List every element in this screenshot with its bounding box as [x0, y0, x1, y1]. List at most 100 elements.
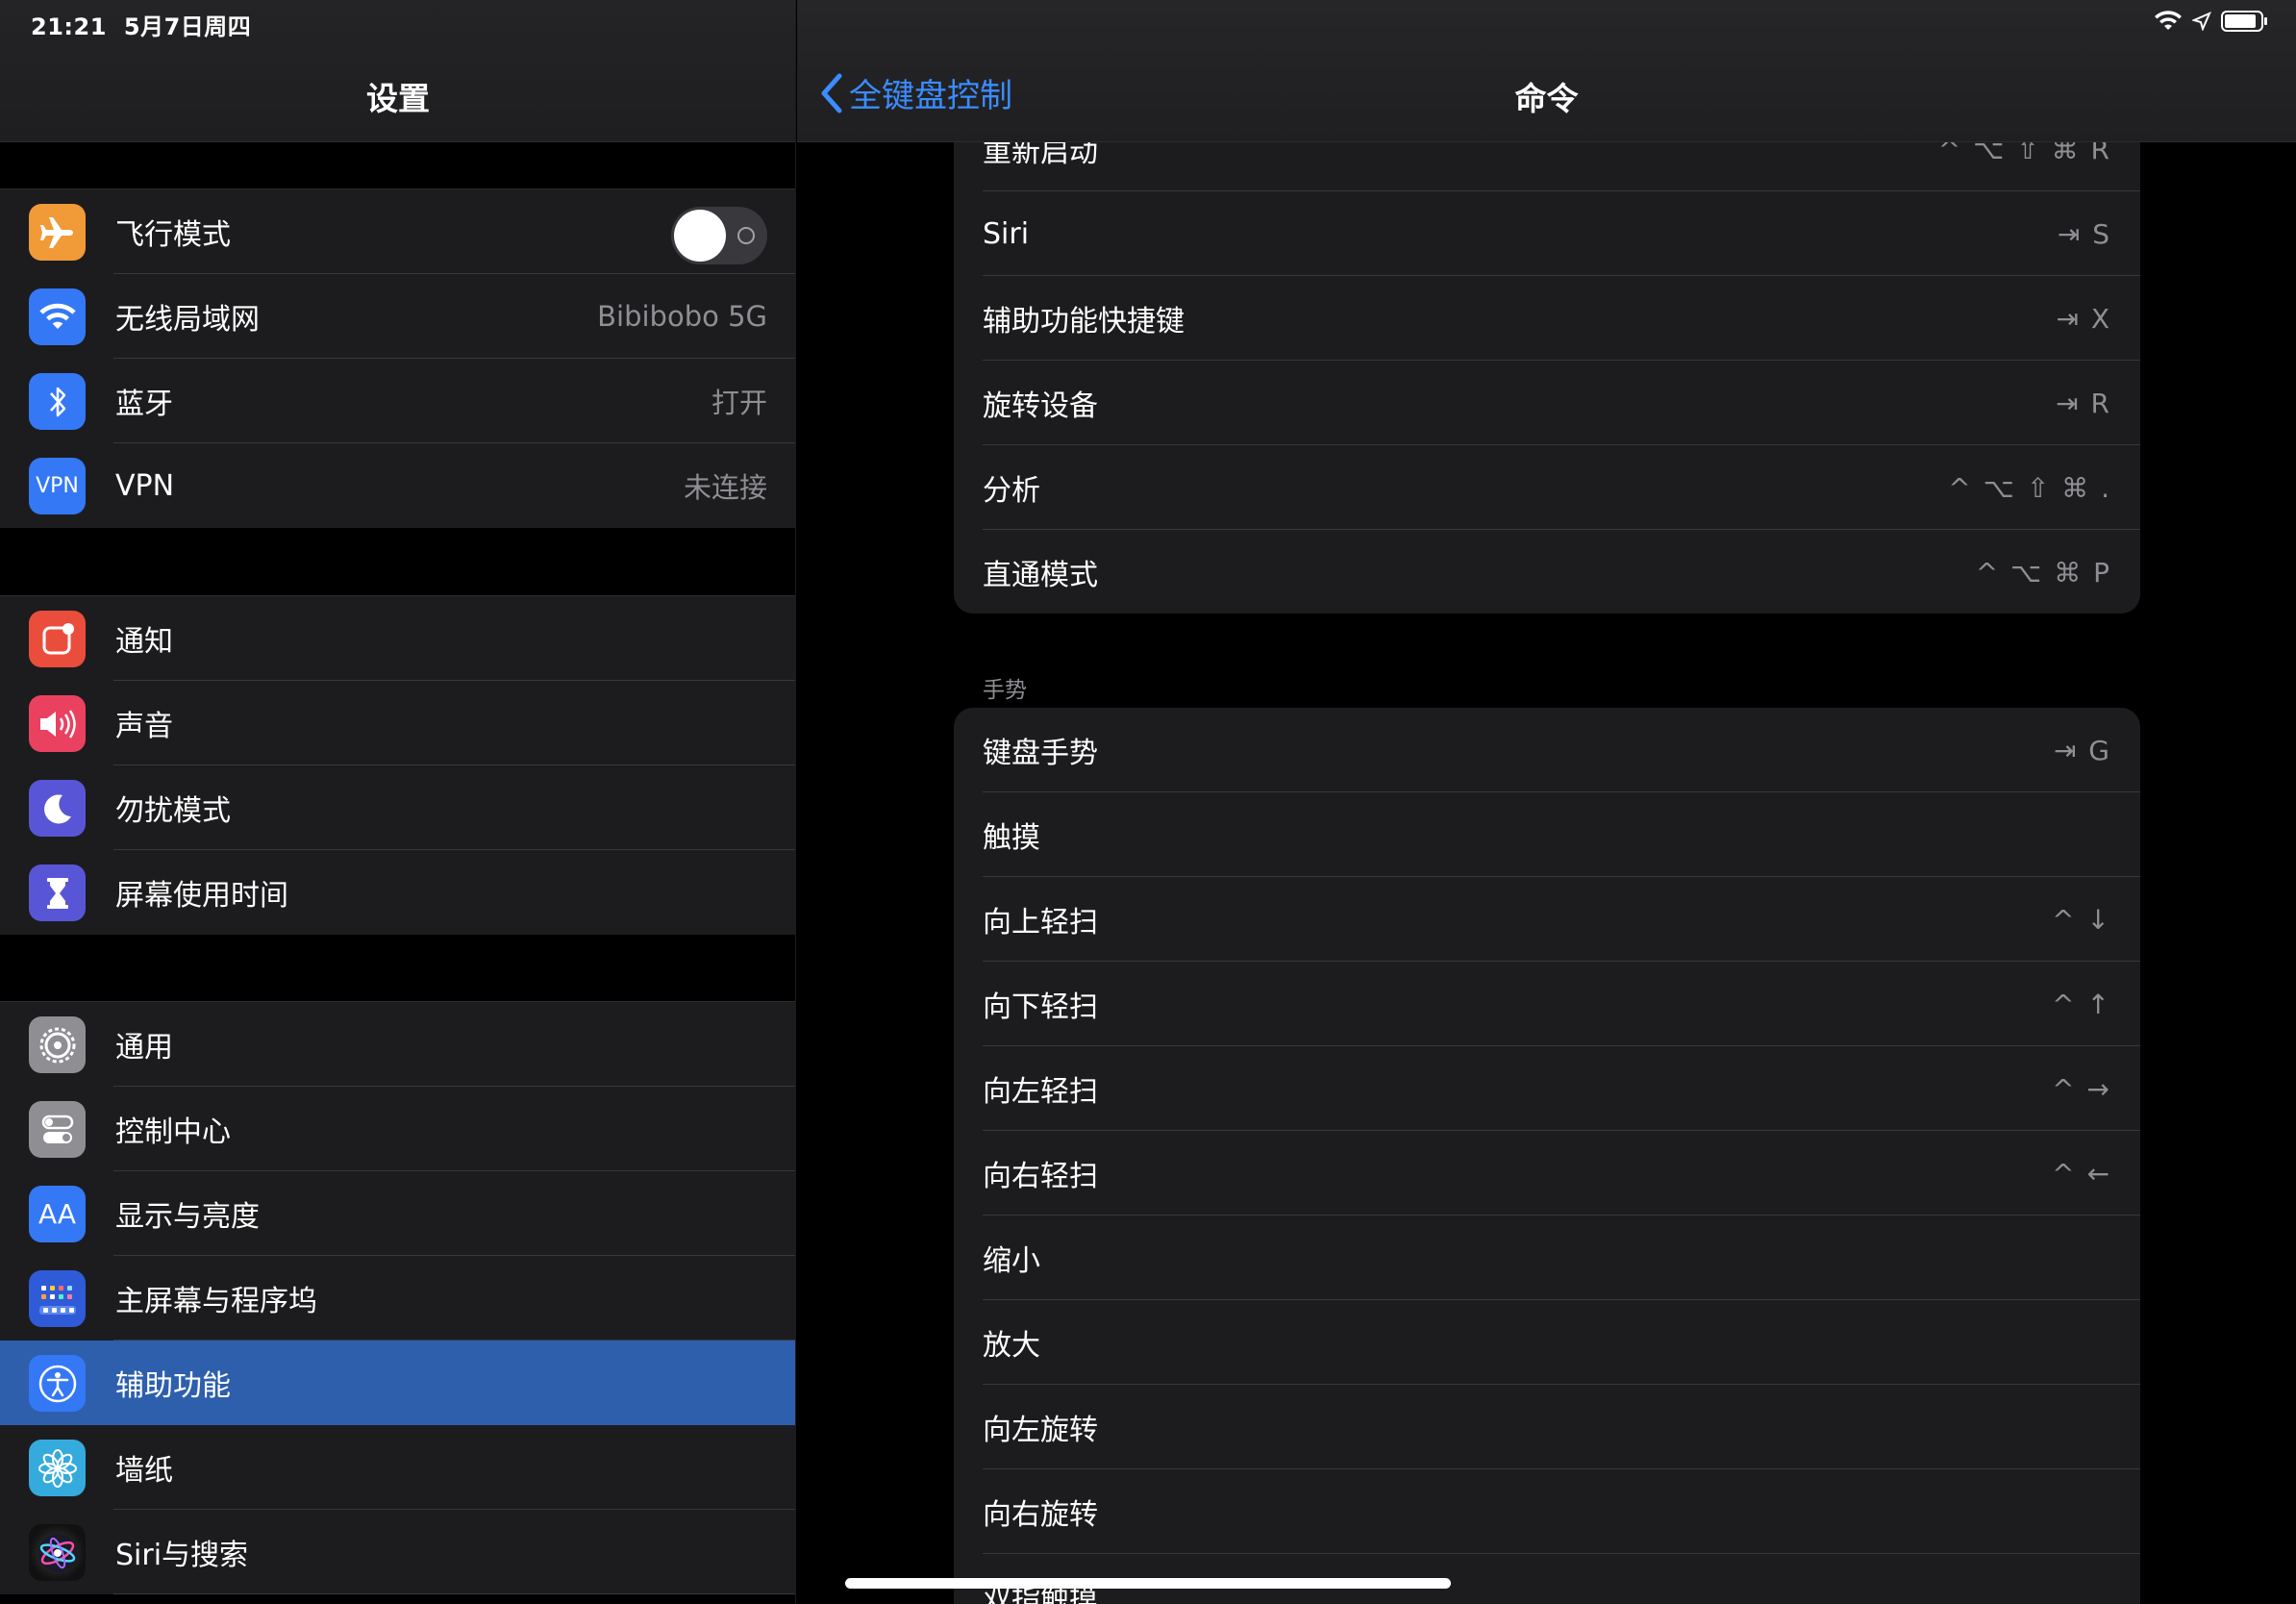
status-date: 5月7日周四 [123, 13, 252, 40]
command-shortcut: ⇥ G [2053, 734, 2111, 766]
command-row[interactable]: 向下轻扫 ^ ↑ [954, 962, 2140, 1046]
settings-group-general: 通用 控制中心 AA 显示与亮度 主屏幕与程序坞 辅助功能 墙纸 Siri与搜索 [0, 1001, 795, 1594]
command-row[interactable]: 向左轻扫 ^ → [954, 1046, 2140, 1131]
command-label: 向左轻扫 [983, 1075, 1098, 1109]
sidebar-item-label: 勿扰模式 [115, 794, 231, 828]
command-row[interactable]: 直通模式 ^ ⌥ ⌘ P [954, 530, 2140, 614]
gear-icon [29, 1016, 86, 1073]
command-label: 向右旋转 [983, 1498, 1098, 1532]
command-shortcut: ^ ⌥ ⇧ ⌘ . [1948, 471, 2111, 504]
sound-icon [29, 695, 86, 752]
command-row[interactable]: 缩小 [954, 1216, 2140, 1300]
accessibility-icon [29, 1355, 86, 1412]
sidebar-item-siri-search[interactable]: Siri与搜索 [0, 1510, 795, 1594]
sidebar-item-airplane-mode[interactable]: 飞行模式 [0, 189, 795, 274]
vpn-status-value: 未连接 [683, 471, 767, 504]
command-row[interactable]: 放大 [954, 1300, 2140, 1385]
sidebar-item-label: 主屏幕与程序坞 [115, 1285, 317, 1318]
command-row[interactable]: 向右旋转 [954, 1469, 2140, 1554]
sidebar-item-wifi[interactable]: 无线局域网 Bibibobo 5G [0, 274, 795, 359]
command-row[interactable]: 向上轻扫 ^ ↓ [954, 877, 2140, 962]
command-shortcut: ⇥ R [2056, 387, 2111, 419]
sidebar-item-vpn[interactable]: VPN VPN 未连接 [0, 443, 795, 528]
home-indicator[interactable] [845, 1578, 1451, 1589]
sidebar-item-label: 无线局域网 [115, 303, 260, 337]
sidebar-item-notifications[interactable]: 通知 [0, 596, 795, 681]
settings-sidebar: 设置 飞行模式 无线局域网 Bibibobo 5G 蓝牙 打开 VPN VPN … [0, 0, 796, 1604]
command-label: 向下轻扫 [983, 990, 1098, 1024]
display-icon-text: AA [37, 1198, 77, 1230]
sidebar-item-label: 蓝牙 [115, 388, 173, 421]
command-shortcut: ^ → [2052, 1072, 2111, 1105]
vpn-icon-text: VPN [36, 474, 79, 498]
command-row[interactable]: 辅助功能快捷键 ⇥ X [954, 276, 2140, 361]
page-title: 命令 [1514, 80, 1579, 117]
command-label: Siri [983, 216, 1030, 251]
moon-icon [29, 780, 86, 837]
notifications-icon [29, 611, 86, 667]
sidebar-item-label: 屏幕使用时间 [115, 879, 288, 913]
status-time: 21:21 [31, 13, 107, 40]
section-header-gestures: 手势 [983, 678, 1027, 703]
sidebar-item-label: 声音 [115, 710, 173, 743]
command-row[interactable]: 向右轻扫 ^ ← [954, 1131, 2140, 1216]
command-label: 分析 [983, 474, 1040, 508]
sidebar-item-label: 墙纸 [115, 1454, 173, 1488]
siri-icon [29, 1524, 86, 1581]
vpn-icon: VPN [29, 458, 86, 514]
sidebar-item-accessibility[interactable]: 辅助功能 [0, 1341, 795, 1425]
command-label: 触摸 [983, 821, 1040, 855]
command-shortcut: ^ ↑ [2052, 988, 2111, 1020]
sidebar-item-label: VPN [115, 468, 175, 503]
hourglass-icon [29, 865, 86, 921]
command-label: 向上轻扫 [983, 906, 1098, 940]
command-label: 向右轻扫 [983, 1160, 1098, 1193]
sidebar-item-home-screen-dock[interactable]: 主屏幕与程序坞 [0, 1256, 795, 1341]
sidebar-item-label: 通知 [115, 625, 173, 659]
command-row[interactable]: 旋转设备 ⇥ R [954, 361, 2140, 445]
command-shortcut: ^ ⌥ ⌘ P [1975, 556, 2111, 589]
sidebar-item-label: 飞行模式 [115, 218, 231, 252]
sidebar-item-do-not-disturb[interactable]: 勿扰模式 [0, 765, 795, 850]
sidebar-item-sound[interactable]: 声音 [0, 681, 795, 765]
wifi-status-icon [2155, 11, 2182, 30]
command-row[interactable]: Siri ⇥ S [954, 191, 2140, 276]
settings-group-connectivity: 飞行模式 无线局域网 Bibibobo 5G 蓝牙 打开 VPN VPN 未连接 [0, 188, 795, 528]
display-icon: AA [29, 1186, 86, 1242]
bluetooth-status-value: 打开 [711, 387, 767, 419]
battery-status-icon [2221, 11, 2267, 32]
wallpaper-icon [29, 1440, 86, 1496]
sidebar-item-wallpaper[interactable]: 墙纸 [0, 1425, 795, 1510]
command-label: 旋转设备 [983, 389, 1098, 423]
command-label: 直通模式 [983, 559, 1098, 592]
command-shortcut: ^ ← [2052, 1157, 2111, 1190]
command-label: 辅助功能快捷键 [983, 305, 1185, 338]
command-shortcut: ⇥ S [2057, 217, 2111, 250]
sidebar-item-control-center[interactable]: 控制中心 [0, 1087, 795, 1171]
status-icons [2154, 10, 2269, 33]
sidebar-item-label: 辅助功能 [115, 1369, 231, 1403]
status-bar: 21:21 5月7日周四 [0, 0, 2296, 44]
sidebar-item-general[interactable]: 通用 [0, 1002, 795, 1087]
sidebar-item-bluetooth[interactable]: 蓝牙 打开 [0, 359, 795, 443]
command-label: 缩小 [983, 1244, 1040, 1278]
airplane-icon [29, 204, 86, 261]
command-row[interactable]: 键盘手势 ⇥ G [954, 708, 2140, 792]
airplane-mode-toggle[interactable] [671, 207, 767, 264]
command-label: 放大 [983, 1329, 1040, 1363]
sidebar-item-screen-time[interactable]: 屏幕使用时间 [0, 850, 795, 935]
location-status-icon [2192, 12, 2211, 31]
command-label: 向左旋转 [983, 1414, 1098, 1447]
sidebar-item-label: Siri与搜索 [115, 1539, 249, 1572]
command-shortcut: ^ ↓ [2052, 903, 2111, 936]
commands-card-gestures: 键盘手势 ⇥ G 触摸 向上轻扫 ^ ↓ 向下轻扫 ^ ↑ 向左轻扫 ^ → 向右轻扫 ^… [954, 708, 2140, 1604]
command-label: 键盘手势 [983, 737, 1098, 770]
command-row[interactable]: 触摸 [954, 792, 2140, 877]
command-row[interactable]: 分析 ^ ⌥ ⇧ ⌘ . [954, 445, 2140, 530]
sidebar-item-display-brightness[interactable]: AA 显示与亮度 [0, 1171, 795, 1256]
bluetooth-icon [29, 373, 86, 430]
status-time-date: 21:21 5月7日周四 [31, 8, 251, 41]
settings-group-notifications: 通知 声音 勿扰模式 屏幕使用时间 [0, 595, 795, 935]
sidebar-title: 设置 [366, 80, 430, 117]
command-row[interactable]: 向左旋转 [954, 1385, 2140, 1469]
